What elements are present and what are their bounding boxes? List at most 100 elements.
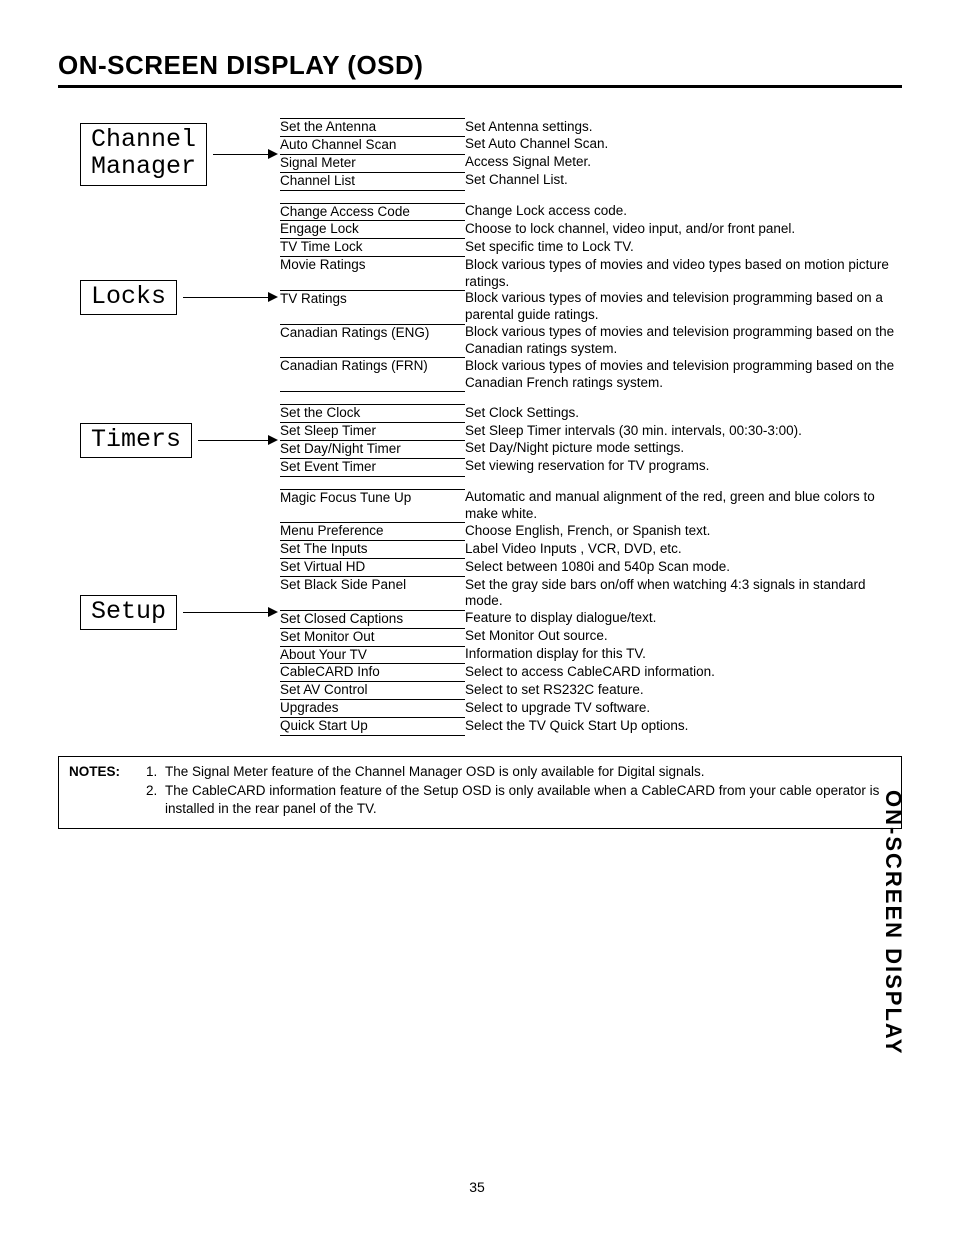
item-desc: Set Clock Settings. [465, 405, 902, 423]
item-desc: Choose English, French, or Spanish text. [465, 523, 902, 541]
notes-list: The Signal Meter feature of the Channel … [139, 763, 891, 820]
table-row: Set Virtual HDSelect between 1080i and 5… [280, 559, 902, 577]
arrow-icon [207, 149, 280, 159]
item-name: Channel List [280, 172, 465, 190]
item-name: Set the Antenna [280, 119, 465, 137]
item-desc: Select to access CableCARD information. [465, 664, 902, 682]
item-name: TV Ratings [280, 290, 465, 324]
item-desc: Select between 1080i and 540p Scan mode. [465, 559, 902, 577]
osd-item-table: Set the AntennaSet Antenna settings.Auto… [280, 118, 902, 191]
table-row: Engage LockChoose to lock channel, video… [280, 221, 902, 239]
table-row: CableCARD InfoSelect to access CableCARD… [280, 664, 902, 682]
osd-section: ChannelManager Set the AntennaSet Antenna… [80, 118, 902, 191]
category-box: ChannelManager [80, 123, 207, 186]
item-name: Set Closed Captions [280, 610, 465, 628]
item-name: Set Event Timer [280, 458, 465, 476]
table-row: UpgradesSelect to upgrade TV software. [280, 700, 902, 718]
item-name: Canadian Ratings (ENG) [280, 324, 465, 358]
item-name: TV Time Lock [280, 239, 465, 257]
table-row: Set Event TimerSet viewing reservation f… [280, 458, 902, 476]
category-wrap: Timers [80, 404, 280, 477]
table-row: Set Monitor OutSet Monitor Out source. [280, 628, 902, 646]
title-rule [58, 85, 902, 88]
page-number: 35 [0, 1179, 954, 1195]
item-name: Set Virtual HD [280, 559, 465, 577]
table-row: Set the ClockSet Clock Settings. [280, 405, 902, 423]
osd-section: TimersSet the ClockSet Clock Settings.Se… [80, 404, 902, 477]
table-row: TV RatingsBlock various types of movies … [280, 290, 902, 324]
item-desc: Select to set RS232C feature. [465, 682, 902, 700]
item-name: Signal Meter [280, 154, 465, 172]
item-name: Upgrades [280, 700, 465, 718]
item-desc: Set Auto Channel Scan. [465, 136, 902, 154]
table-row: Set Black Side PanelSet the gray side ba… [280, 577, 902, 611]
category-wrap: ChannelManager [80, 118, 280, 191]
item-name: Set Monitor Out [280, 628, 465, 646]
item-name: Auto Channel Scan [280, 136, 465, 154]
item-name: Set AV Control [280, 682, 465, 700]
item-desc: Set Monitor Out source. [465, 628, 902, 646]
item-name: Set the Clock [280, 405, 465, 423]
category-wrap: Locks [80, 203, 280, 393]
item-desc: Label Video Inputs , VCR, DVD, etc. [465, 541, 902, 559]
item-desc: Set viewing reservation for TV programs. [465, 458, 902, 476]
note-item: The CableCARD information feature of the… [161, 782, 891, 817]
item-desc: Set Channel List. [465, 172, 902, 190]
table-row: Magic Focus Tune UpAutomatic and manual … [280, 489, 902, 523]
arrow-icon [192, 435, 280, 445]
item-desc: Block various types of movies and televi… [465, 290, 902, 324]
table-row: Set Sleep TimerSet Sleep Timer intervals… [280, 423, 902, 441]
item-name: CableCARD Info [280, 664, 465, 682]
table-row: Canadian Ratings (ENG)Block various type… [280, 324, 902, 358]
table-row: Set AV ControlSelect to set RS232C featu… [280, 682, 902, 700]
item-desc: Change Lock access code. [465, 203, 902, 221]
table-row: Quick Start UpSelect the TV Quick Start … [280, 718, 902, 736]
item-desc: Set the gray side bars on/off when watch… [465, 577, 902, 611]
item-desc: Set Antenna settings. [465, 119, 902, 137]
side-tab: ON-SCREEN DISPLAY [880, 790, 906, 1055]
item-desc: Feature to display dialogue/text. [465, 610, 902, 628]
osd-diagram: ChannelManager Set the AntennaSet Antenna… [80, 118, 902, 736]
category-box: Timers [80, 423, 192, 459]
item-name: About Your TV [280, 646, 465, 664]
item-name: Quick Start Up [280, 718, 465, 736]
item-name: Movie Ratings [280, 257, 465, 291]
table-row: TV Time LockSet specific time to Lock TV… [280, 239, 902, 257]
item-name: Set Black Side Panel [280, 577, 465, 611]
osd-item-table: Magic Focus Tune UpAutomatic and manual … [280, 489, 902, 736]
item-desc: Block various types of movies and televi… [465, 358, 902, 392]
table-row: Set Closed CaptionsFeature to display di… [280, 610, 902, 628]
item-desc: Block various types of movies and televi… [465, 324, 902, 358]
table-row: Change Access CodeChange Lock access cod… [280, 203, 902, 221]
table-row: Signal MeterAccess Signal Meter. [280, 154, 902, 172]
item-desc: Automatic and manual alignment of the re… [465, 489, 902, 523]
item-name: Magic Focus Tune Up [280, 489, 465, 523]
table-row: Set the AntennaSet Antenna settings. [280, 119, 902, 137]
item-name: Set Sleep Timer [280, 423, 465, 441]
category-box: Locks [80, 280, 177, 316]
item-name: Set The Inputs [280, 541, 465, 559]
category-wrap: Setup [80, 489, 280, 736]
table-row: Canadian Ratings (FRN)Block various type… [280, 358, 902, 392]
item-desc: Information display for this TV. [465, 646, 902, 664]
note-item: The Signal Meter feature of the Channel … [161, 763, 891, 781]
item-desc: Choose to lock channel, video input, and… [465, 221, 902, 239]
item-desc: Set Day/Night picture mode settings. [465, 440, 902, 458]
item-name: Set Day/Night Timer [280, 440, 465, 458]
arrow-icon [177, 292, 280, 302]
item-desc: Set Sleep Timer intervals (30 min. inter… [465, 423, 902, 441]
item-desc: Set specific time to Lock TV. [465, 239, 902, 257]
table-row: About Your TVInformation display for thi… [280, 646, 902, 664]
page-title: ON-SCREEN DISPLAY (OSD) [58, 50, 902, 81]
notes-box: NOTES: The Signal Meter feature of the C… [58, 756, 902, 829]
arrow-icon [177, 607, 280, 617]
item-name: Change Access Code [280, 203, 465, 221]
table-row: Set Day/Night TimerSet Day/Night picture… [280, 440, 902, 458]
osd-item-table: Set the ClockSet Clock Settings.Set Slee… [280, 404, 902, 477]
osd-item-table: Change Access CodeChange Lock access cod… [280, 203, 902, 393]
table-row: Movie RatingsBlock various types of movi… [280, 257, 902, 291]
item-desc: Block various types of movies and video … [465, 257, 902, 291]
notes-label: NOTES: [69, 763, 139, 820]
item-name: Engage Lock [280, 221, 465, 239]
item-desc: Select to upgrade TV software. [465, 700, 902, 718]
